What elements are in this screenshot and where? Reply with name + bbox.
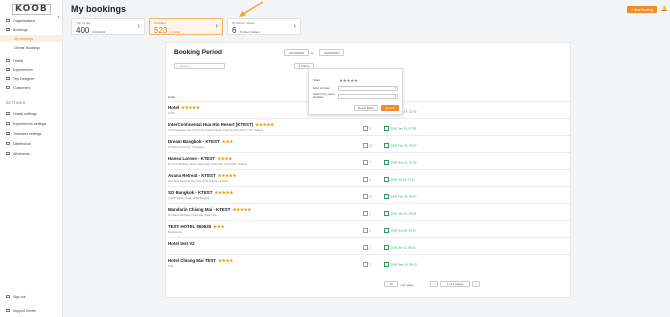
location-label: Search by name location [313, 92, 335, 100]
booking-count: 3 [363, 126, 371, 131]
chevron-right-icon: › [215, 23, 218, 30]
stat-card-in-folder[interactable]: In Folder 523 in folder › [149, 18, 223, 35]
car-icon [6, 132, 10, 135]
star-rating: ★★★★★ [214, 190, 234, 195]
last-booking-date: 2026 Jan 16, 08:18 [384, 211, 417, 216]
star-rating: ★★★★ [217, 156, 233, 161]
date-to-input[interactable]: 31/03/2024 [319, 49, 344, 56]
sidebar-item-trip-designer[interactable]: Trip Designer [0, 75, 63, 82]
table-row[interactable]: Hotel test V2 2 2026 Jun 11, 09:11 [168, 237, 570, 254]
compass-icon [6, 122, 10, 125]
table-row[interactable]: SO Bangkok - KTEST ★★★★★ 2 North Sathorn … [168, 186, 570, 203]
booking-count: 3 [363, 177, 371, 182]
annotation-arrow-icon [239, 1, 264, 17]
last-booking-date: 2025 Jun 05, 09:57 [384, 228, 417, 233]
sidebar-item-organizations[interactable]: Organizations [0, 17, 63, 24]
last-booking-date: 2024 Jul 19, 07:11 [384, 177, 415, 182]
last-booking-date: 2026 Nov 11, 07:30 [384, 160, 417, 165]
per-page-select[interactable]: 10 [384, 281, 398, 287]
kind-of-hotel-label: Kind of hotel [313, 86, 330, 90]
sidebar-item-hotels[interactable]: Hotels [0, 57, 63, 64]
next-page-button[interactable]: > [472, 281, 480, 287]
booking-count: 17 [363, 194, 372, 199]
main-content: My bookings + New Booking 🔔 Trip by day … [63, 0, 670, 317]
settings-section-label: SETTINGS [6, 101, 26, 105]
star-rating: ★★★ [213, 224, 225, 229]
sidebar-item-customers[interactable]: Customers [0, 84, 63, 91]
star-rating: ★★★★★ [180, 105, 200, 110]
per-page-label: / per page [400, 282, 414, 287]
star-rating: ★★★ [221, 139, 234, 144]
page-indicator: 1 of 2 pages [440, 281, 470, 287]
prev-page-button[interactable]: < [430, 281, 438, 287]
filter-icon: ≡ [298, 64, 301, 68]
booking-count: 12 [363, 143, 372, 148]
booking-count: 7 [363, 160, 371, 165]
sidebar-item-transfers-settings[interactable]: Transfers settings [0, 130, 63, 137]
star-rating: ★★★★ [218, 258, 233, 263]
table-row[interactable]: Dream Bangkok - KTEST ★★★ 10 Sukhumvit So… [168, 135, 570, 152]
star-rating: ★★★★★ [255, 122, 274, 127]
date-from-input[interactable]: 01/03/2024 [284, 49, 309, 56]
filters-popup: Stars ★★★★★ Kind of hotel Search by name… [308, 68, 403, 115]
stat-card-client-folders[interactable]: by clients' folders 6 6 Client folders › [227, 18, 301, 35]
sidebar-item-allotments[interactable]: Allotments [0, 150, 63, 157]
logout-icon [6, 295, 10, 298]
page-title: My bookings [71, 4, 127, 14]
sidebar-item-experiences[interactable]: Experiences [0, 66, 63, 73]
stars-label: Stars [313, 78, 321, 82]
map-icon [6, 77, 10, 80]
date-to-label: to [311, 51, 314, 55]
share-icon [6, 142, 10, 145]
location-select[interactable] [338, 94, 398, 99]
last-booking-date: 2026 Jun 11, 09:11 [384, 245, 416, 250]
sidebar: KOOB ◂ Organizations Bookings My booking… [0, 0, 63, 317]
bed-icon [6, 112, 10, 115]
table-row[interactable]: Mandarin Chiang Mai - KTEST ★★★★★ 28 Chia… [168, 203, 570, 220]
star-rating: ★★★★★ [217, 173, 237, 178]
bolt-icon [6, 152, 10, 155]
help-icon [6, 309, 10, 312]
table-row[interactable]: TEST HOTEL 050625 ★★★ Bangkok City 3 2025… [168, 220, 570, 237]
reset-filters-button[interactable]: Reset filters [354, 105, 378, 111]
search-button[interactable]: Search [381, 105, 399, 111]
calendar-icon [6, 28, 10, 31]
table-row[interactable]: InterContinental Hua Hin Resort (KTEST) ★… [168, 118, 570, 135]
table-row[interactable]: Hansa Larose - KTEST ★★★★ Km 12.5 Old Roa… [168, 152, 570, 169]
bed-icon [6, 59, 10, 62]
building-icon [6, 19, 10, 22]
last-booking-date: 2026 Jan 30, 07:30 [384, 126, 417, 131]
booking-count: 1 [363, 211, 371, 216]
search-input[interactable]: Search [174, 63, 225, 69]
compass-icon [6, 68, 10, 71]
chevron-right-icon: › [293, 23, 296, 30]
table-row[interactable]: Avana Retreat - KTEST ★★★★★ Kom Taddi Nai… [168, 169, 570, 186]
users-icon [6, 86, 10, 89]
bell-icon[interactable]: 🔔 [661, 6, 667, 12]
booking-count: 3 [363, 228, 371, 233]
stat-card-trip-by-day[interactable]: Trip by day 400 10/3/2024 › [71, 18, 145, 35]
star-rating: ★★★★★ [232, 207, 252, 212]
last-booking-date: 2026 Feb 09, 09:57 [384, 143, 417, 148]
support-center-link[interactable]: Support Center [0, 307, 63, 314]
stars-filter[interactable]: ★★★★★ [339, 78, 358, 84]
last-booking-date: 2026 Feb 09, 09:57 [384, 194, 417, 199]
column-header-hotel: Hotel [168, 95, 176, 99]
booking-count: 2 [363, 245, 371, 250]
sidebar-item-hotels-settings[interactable]: Hotels settings [0, 110, 63, 117]
koob-logo: KOOB [12, 4, 51, 15]
kind-of-hotel-select[interactable] [338, 86, 398, 91]
sidebar-item-bookings[interactable]: Bookings [0, 26, 63, 33]
last-booking-date: 2026 Sep 19, 09:13 [384, 262, 417, 267]
chevron-right-icon: › [137, 23, 140, 30]
booking-period-title: Booking Period [174, 49, 223, 56]
sidebar-item-my-bookings[interactable]: My bookings [0, 35, 63, 42]
booking-count: 2 [363, 262, 371, 267]
sidebar-item-experiences-settings[interactable]: Experiences settings [0, 120, 63, 127]
sign-out-button[interactable]: Sign out [0, 293, 63, 300]
sidebar-item-distribution[interactable]: Distribution [0, 140, 63, 147]
new-booking-button[interactable]: + New Booking [627, 6, 657, 13]
table-row[interactable]: Hotel Chiang Mai TEST ★★★★ Krabi 2 2026 S… [168, 254, 570, 271]
sidebar-item-clients-bookings[interactable]: Clients' Bookings [0, 44, 63, 51]
